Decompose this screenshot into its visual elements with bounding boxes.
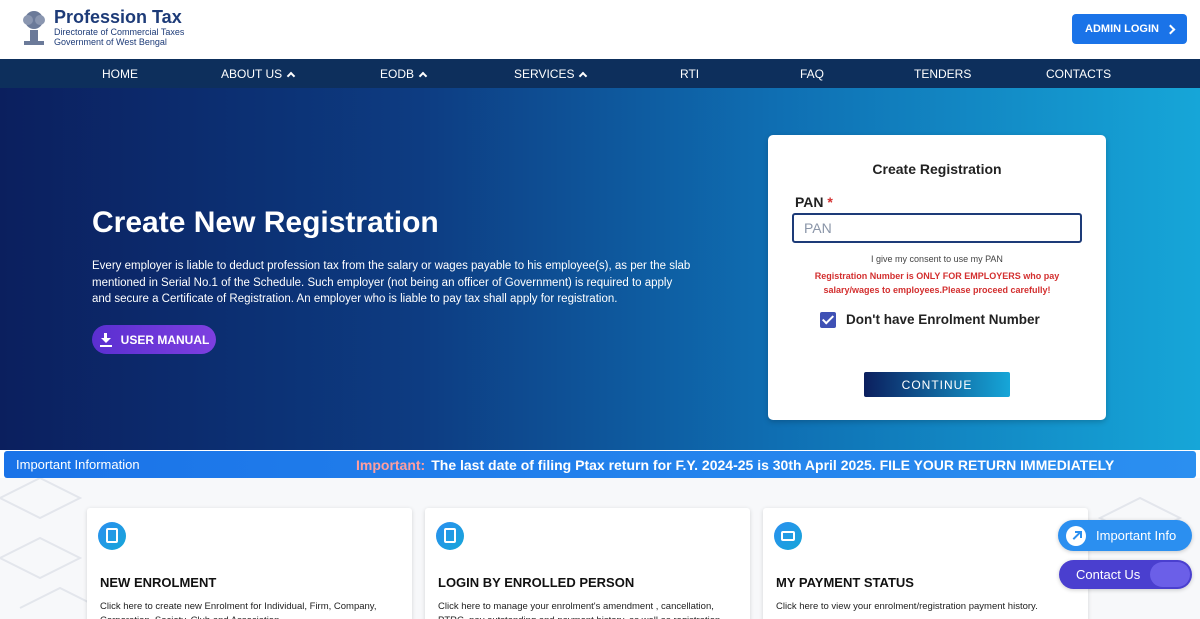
nav-home[interactable]: HOME (102, 59, 138, 88)
consent-text: I give my consent to use my PAN (871, 254, 1003, 264)
nav-label: TENDERS (914, 66, 972, 81)
service-title: NEW ENROLMENT (100, 575, 217, 590)
nav-label: FAQ (800, 66, 825, 81)
brand-subtitle-government: Government of West Bengal (54, 37, 167, 47)
document-icon (436, 522, 464, 550)
ticker-prefix: Important: (356, 456, 426, 473)
pan-label-text: PAN (795, 194, 824, 210)
nav-label: RTI (680, 66, 700, 81)
ticker-text: The last date of filing Ptax return for … (431, 456, 1115, 473)
nav-about-us[interactable]: ABOUT US (221, 59, 296, 88)
important-info-label: Important Info (1096, 528, 1177, 543)
service-title: MY PAYMENT STATUS (776, 575, 914, 590)
hero-banner: Create New Registration Every employer i… (0, 88, 1200, 450)
state-emblem-icon (23, 11, 45, 45)
admin-login-button[interactable]: ADMIN LOGIN (1072, 14, 1187, 44)
nav-rti[interactable]: RTI (680, 59, 699, 88)
chevron-right-icon (1165, 24, 1176, 34)
page-title: Create New Registration (92, 206, 439, 239)
registration-card-title: Create Registration (872, 161, 1002, 177)
brand-title[interactable]: Profession Tax (54, 7, 182, 28)
service-description: Click here to manage your enrolment's am… (438, 601, 720, 619)
contact-us-label: Contact Us (1076, 567, 1141, 582)
chevron-up-icon (286, 71, 296, 80)
required-marker: * (827, 194, 833, 210)
arrow-up-right-icon (1066, 525, 1086, 546)
site-header: Profession Tax Directorate of Commercial… (0, 0, 1200, 59)
services-section: NEW ENROLMENT Click here to create new E… (0, 478, 1200, 619)
brand-subtitle-directorate: Directorate of Commercial Taxes (54, 27, 185, 37)
nav-label: EODB (380, 66, 415, 81)
pan-input[interactable] (792, 213, 1082, 243)
ticker-label: Important Information (16, 457, 140, 472)
nav-services[interactable]: SERVICES (514, 59, 588, 88)
contact-us-button[interactable]: Contact Us (1059, 560, 1192, 589)
ticker-message[interactable]: Important: The last date of filing Ptax … (356, 451, 1114, 478)
continue-button[interactable]: CONTINUE (864, 372, 1010, 397)
nav-eodb[interactable]: EODB (380, 59, 428, 88)
service-card-login-enrolled[interactable]: LOGIN BY ENROLLED PERSON Click here to m… (425, 508, 750, 619)
payment-card-icon (774, 522, 802, 550)
user-manual-label: USER MANUAL (120, 332, 210, 347)
service-card-new-enrolment[interactable]: NEW ENROLMENT Click here to create new E… (87, 508, 412, 619)
pan-label: PAN * (795, 194, 833, 210)
nav-faq[interactable]: FAQ (800, 59, 824, 88)
chevron-up-icon (579, 71, 588, 80)
main-nav: HOME ABOUT US EODB SERVICES RTI FAQ TEND… (0, 59, 1200, 88)
employer-warning: Registration Number is ONLY FOR EMPLOYER… (814, 271, 1060, 295)
nav-tenders[interactable]: TENDERS (914, 59, 971, 88)
service-title: LOGIN BY ENROLLED PERSON (438, 575, 635, 590)
edit-document-icon (98, 522, 126, 550)
nav-contacts[interactable]: CONTACTS (1046, 59, 1111, 88)
chevron-up-icon (418, 71, 428, 80)
service-description: Click here to view your enrolment/regist… (776, 601, 1038, 612)
download-icon (99, 332, 113, 347)
admin-login-label: ADMIN LOGIN (1085, 23, 1159, 35)
important-info-button[interactable]: Important Info (1058, 520, 1192, 551)
no-enrolment-checkbox-label[interactable]: Don't have Enrolment Number (846, 312, 1040, 327)
registration-card: Create Registration PAN * I give my cons… (768, 135, 1106, 420)
toggle-knob (1150, 562, 1190, 587)
nav-label: ABOUT US (221, 66, 283, 81)
no-enrolment-checkbox[interactable] (820, 312, 836, 328)
nav-label: CONTACTS (1046, 66, 1112, 81)
important-info-ticker: Important Information Important: The las… (4, 451, 1196, 478)
service-card-payment-status[interactable]: MY PAYMENT STATUS Click here to view you… (763, 508, 1088, 619)
nav-label: HOME (102, 66, 138, 81)
hero-description: Every employer is liable to deduct profe… (92, 260, 691, 305)
service-description: Click here to create new Enrolment for I… (100, 601, 377, 619)
nav-label: SERVICES (514, 66, 575, 81)
user-manual-button[interactable]: USER MANUAL (92, 325, 216, 354)
